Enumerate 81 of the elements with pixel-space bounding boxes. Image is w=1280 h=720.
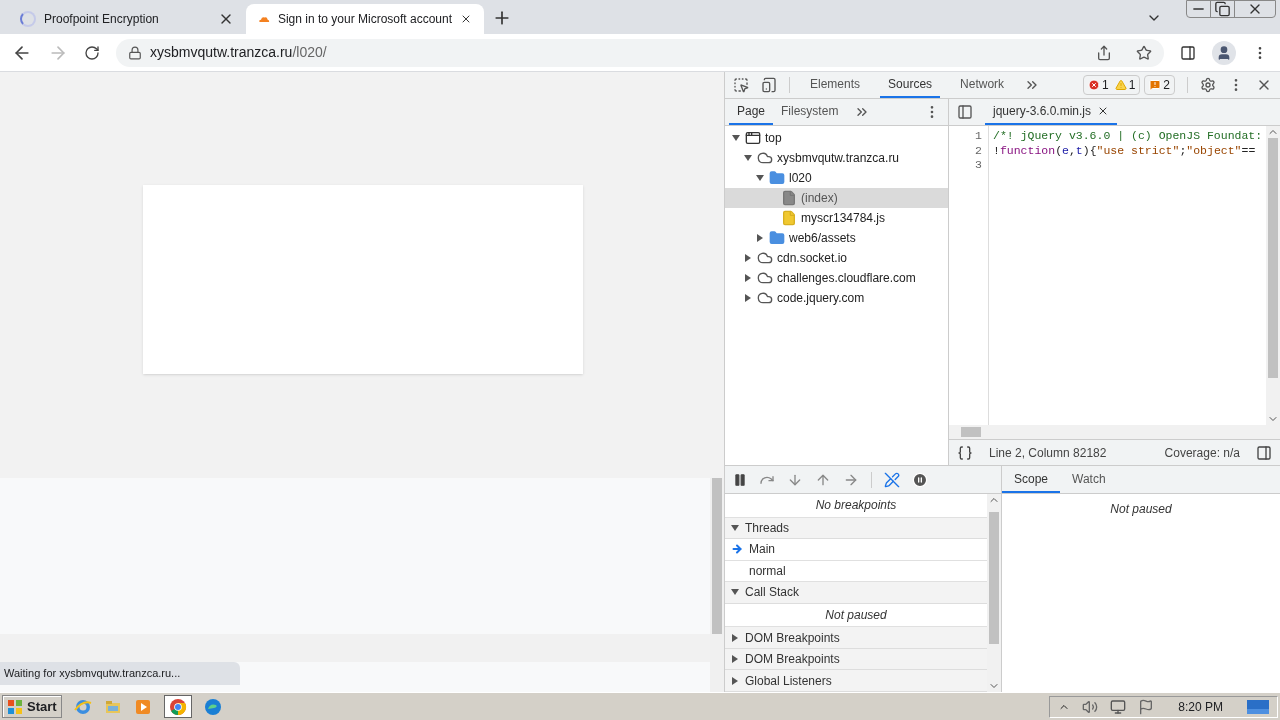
tree-item[interactable]: code.jquery.com <box>725 288 948 308</box>
navigator-tab[interactable]: Filesystem <box>773 99 847 125</box>
toggle-navigator-icon[interactable] <box>957 104 973 120</box>
pause-icon[interactable] <box>733 472 747 487</box>
loading-spinner-icon <box>20 11 36 27</box>
reload-icon[interactable] <box>84 44 100 61</box>
network-icon[interactable] <box>1110 698 1127 715</box>
empty-message: Not paused <box>1110 501 1172 518</box>
lock-icon <box>128 45 142 60</box>
sidebar-tab[interactable]: Scope <box>1002 466 1061 493</box>
scrollbar-thumb[interactable] <box>961 427 981 437</box>
settings-icon[interactable] <box>1200 77 1216 93</box>
tree-item[interactable]: l020 <box>725 168 948 188</box>
thread-item[interactable]: Main <box>725 539 987 561</box>
pause-on-exceptions-icon[interactable] <box>912 471 928 488</box>
code-line: /*! jQuery v3.6.0 | (c) OpenJS Foundat: <box>993 129 1263 142</box>
folder-icon <box>769 230 785 246</box>
tree-item[interactable]: challenges.cloudflare.com <box>725 268 948 288</box>
browser-tab[interactable]: Proofpoint Encryption <box>8 4 246 34</box>
navigator-tab[interactable]: Page <box>729 99 774 125</box>
scrollbar-thumb[interactable] <box>712 478 722 634</box>
cloud-icon <box>757 290 773 306</box>
windows-logo-icon <box>7 698 23 715</box>
devtools-tab[interactable]: Network <box>952 72 1013 98</box>
bookmark-star-icon[interactable] <box>1136 44 1152 61</box>
panel-icon[interactable] <box>1256 444 1272 461</box>
line-number: 2 <box>974 143 982 158</box>
tree-item[interactable]: web6/assets <box>725 228 948 248</box>
section-header[interactable]: DOM Breakpoints <box>725 627 987 649</box>
cloud-icon <box>757 250 773 266</box>
address-field[interactable]: xysbmvqutw.tranzca.ru/l020/ <box>116 38 1164 67</box>
issues-count[interactable]: 2 <box>1144 75 1175 95</box>
code-line: !function(e,t){"use strict";"object"== <box>993 143 1256 157</box>
scrollbar-thumb[interactable] <box>1268 138 1278 378</box>
tree-item[interactable]: (index) <box>725 188 948 208</box>
empty-message: No breakpoints <box>815 497 897 515</box>
section-header[interactable]: Global Listeners <box>725 670 987 692</box>
script-file-icon <box>781 210 797 226</box>
sidebar-tab[interactable]: Watch <box>1060 466 1118 493</box>
empty-message: Not paused <box>825 607 887 624</box>
start-button[interactable]: Start <box>2 695 62 718</box>
side-panel-icon[interactable] <box>1180 44 1196 61</box>
deactivate-breakpoints-icon[interactable] <box>884 471 900 488</box>
status-text: Waiting for xysbmvqutw.tranzca.ru... <box>0 662 240 685</box>
error-icon <box>1087 79 1100 91</box>
tree-item[interactable]: top <box>725 128 948 148</box>
file-icon <box>781 190 797 206</box>
warning-icon <box>1114 79 1127 91</box>
profile-avatar[interactable] <box>1212 40 1236 65</box>
taskbar-app[interactable] <box>163 695 192 718</box>
tree-item[interactable]: myscr134784.js <box>725 208 948 228</box>
clock: 8:20 PM <box>1178 698 1223 716</box>
line-number: 3 <box>974 158 982 173</box>
pretty-print-icon[interactable] <box>957 444 973 461</box>
browser-tab[interactable]: Sign in to your Microsoft account <box>246 4 484 34</box>
console-counts[interactable]: 1 1 <box>1082 75 1141 95</box>
coverage-text: Coverage: n/a <box>1164 444 1240 462</box>
tree-item[interactable]: cdn.socket.io <box>725 248 948 268</box>
section-header[interactable]: DOM Breakpoints <box>725 648 987 671</box>
frame-icon <box>745 130 761 146</box>
cloud-icon <box>757 270 773 286</box>
section-header[interactable]: Threads <box>725 517 987 540</box>
current-thread-arrow-icon <box>731 543 743 556</box>
volume-icon[interactable] <box>1082 698 1099 715</box>
devtools-tab[interactable]: Elements <box>802 72 869 98</box>
chrome-icon <box>168 697 187 716</box>
edge-icon[interactable] <box>203 697 222 716</box>
cursor-position: Line 2, Column 82182 <box>989 444 1107 462</box>
inspect-icon[interactable] <box>733 77 749 93</box>
folder-icon <box>769 170 785 186</box>
device-toolbar-icon[interactable] <box>761 77 777 93</box>
show-desktop-icon[interactable] <box>1247 698 1269 715</box>
section-header[interactable]: Call Stack <box>725 582 987 604</box>
line-number: 1 <box>974 129 982 144</box>
share-icon[interactable] <box>1096 44 1112 61</box>
cloud-icon <box>757 150 773 166</box>
tree-item[interactable]: xysbmvqutw.tranzca.ru <box>725 148 948 168</box>
flag-icon[interactable] <box>1138 698 1155 715</box>
issue-icon <box>1149 79 1162 91</box>
cloud-icon <box>258 14 270 24</box>
scrollbar-thumb[interactable] <box>989 512 999 644</box>
